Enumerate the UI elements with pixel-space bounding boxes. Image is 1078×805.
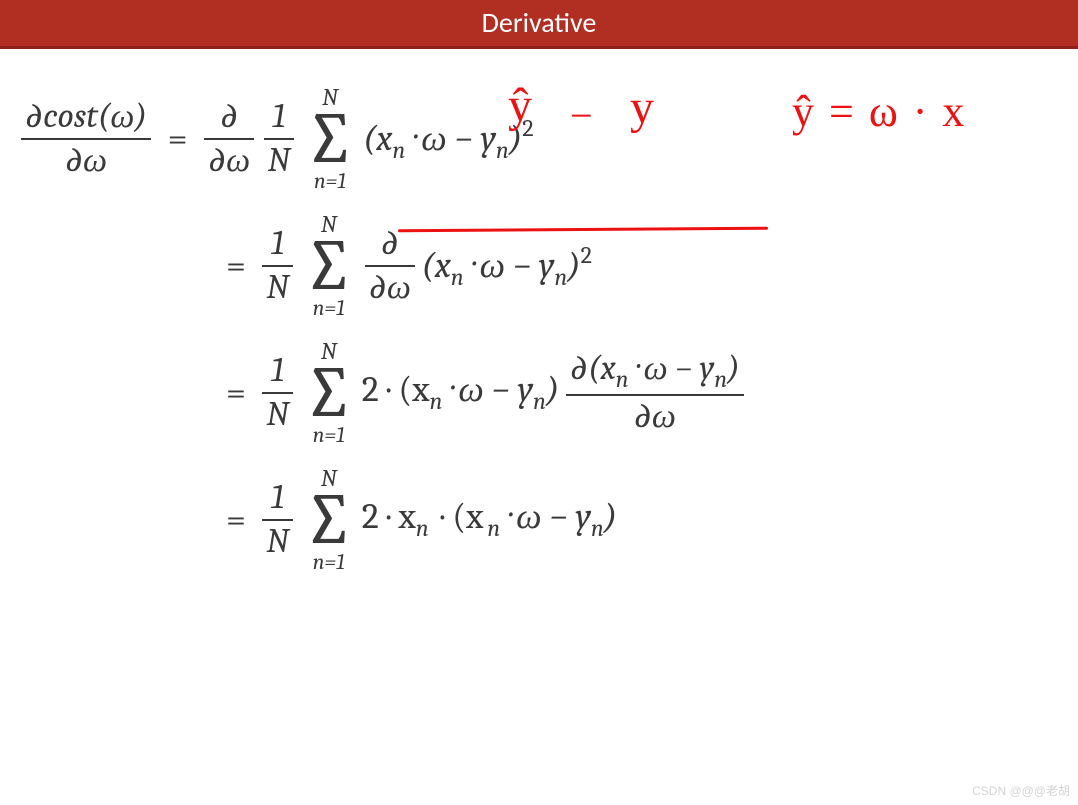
sum-symbol: N ∑ n=1: [303, 339, 354, 446]
d-dw: ∂ ∂ω: [204, 98, 254, 179]
one-over-n: 1 N: [262, 225, 292, 306]
d-dw-den: ∂ω: [204, 140, 254, 179]
one: 1: [264, 98, 294, 139]
lhs-den: ∂ω: [21, 140, 151, 179]
sigma-icon: ∑: [305, 109, 356, 168]
sigma-icon: ∑: [303, 363, 354, 422]
squared-error: (xn · ω − yn)2: [421, 243, 592, 289]
sum-symbol: N ∑ n=1: [303, 466, 354, 573]
annotation-yhat-def: ŷ = ω · x: [792, 90, 966, 134]
annotation-y: y: [630, 84, 654, 132]
chain-rule-outer: 2 · (xn · ω − yn): [362, 372, 560, 413]
sum-symbol: N ∑ n=1: [305, 85, 356, 192]
derivation-line-4: = 1 N N ∑ n=1 2 · xn · (xn · ω − yn): [216, 466, 1060, 573]
sigma-icon: ∑: [303, 236, 354, 295]
one-over-n: 1 N: [262, 352, 292, 433]
equals: =: [158, 118, 198, 159]
one-over-n: 1 N: [264, 98, 294, 179]
one-over-n: 1 N: [262, 479, 292, 560]
equals: =: [216, 499, 256, 540]
d-dw: ∂ ∂ω: [365, 225, 415, 306]
lhs-num: ∂cost(ω): [21, 98, 151, 139]
equals: =: [216, 245, 256, 286]
final-result: 2 · xn · (xn · ω − yn): [362, 499, 617, 540]
equals: =: [216, 372, 256, 413]
lhs-fraction: ∂cost(ω) ∂ω: [21, 98, 151, 179]
annotation-yhat: ŷ: [508, 82, 532, 130]
page-title: Derivative: [482, 5, 597, 40]
sigma-icon: ∑: [303, 490, 354, 549]
derivation-line-3: = 1 N N ∑ n=1 2 · (xn · ω − yn) ∂(xn · ω…: [216, 339, 1060, 446]
sum-symbol: N ∑ n=1: [303, 212, 354, 319]
annotation-minus: −: [570, 96, 593, 136]
title-bar: Derivative: [0, 0, 1078, 49]
d-dw-num: ∂: [204, 98, 254, 139]
chain-rule-inner-deriv: ∂(xn · ω − yn) ∂ω: [566, 350, 744, 436]
n: N: [264, 140, 294, 179]
watermark: CSDN @@@老胡: [972, 782, 1070, 799]
